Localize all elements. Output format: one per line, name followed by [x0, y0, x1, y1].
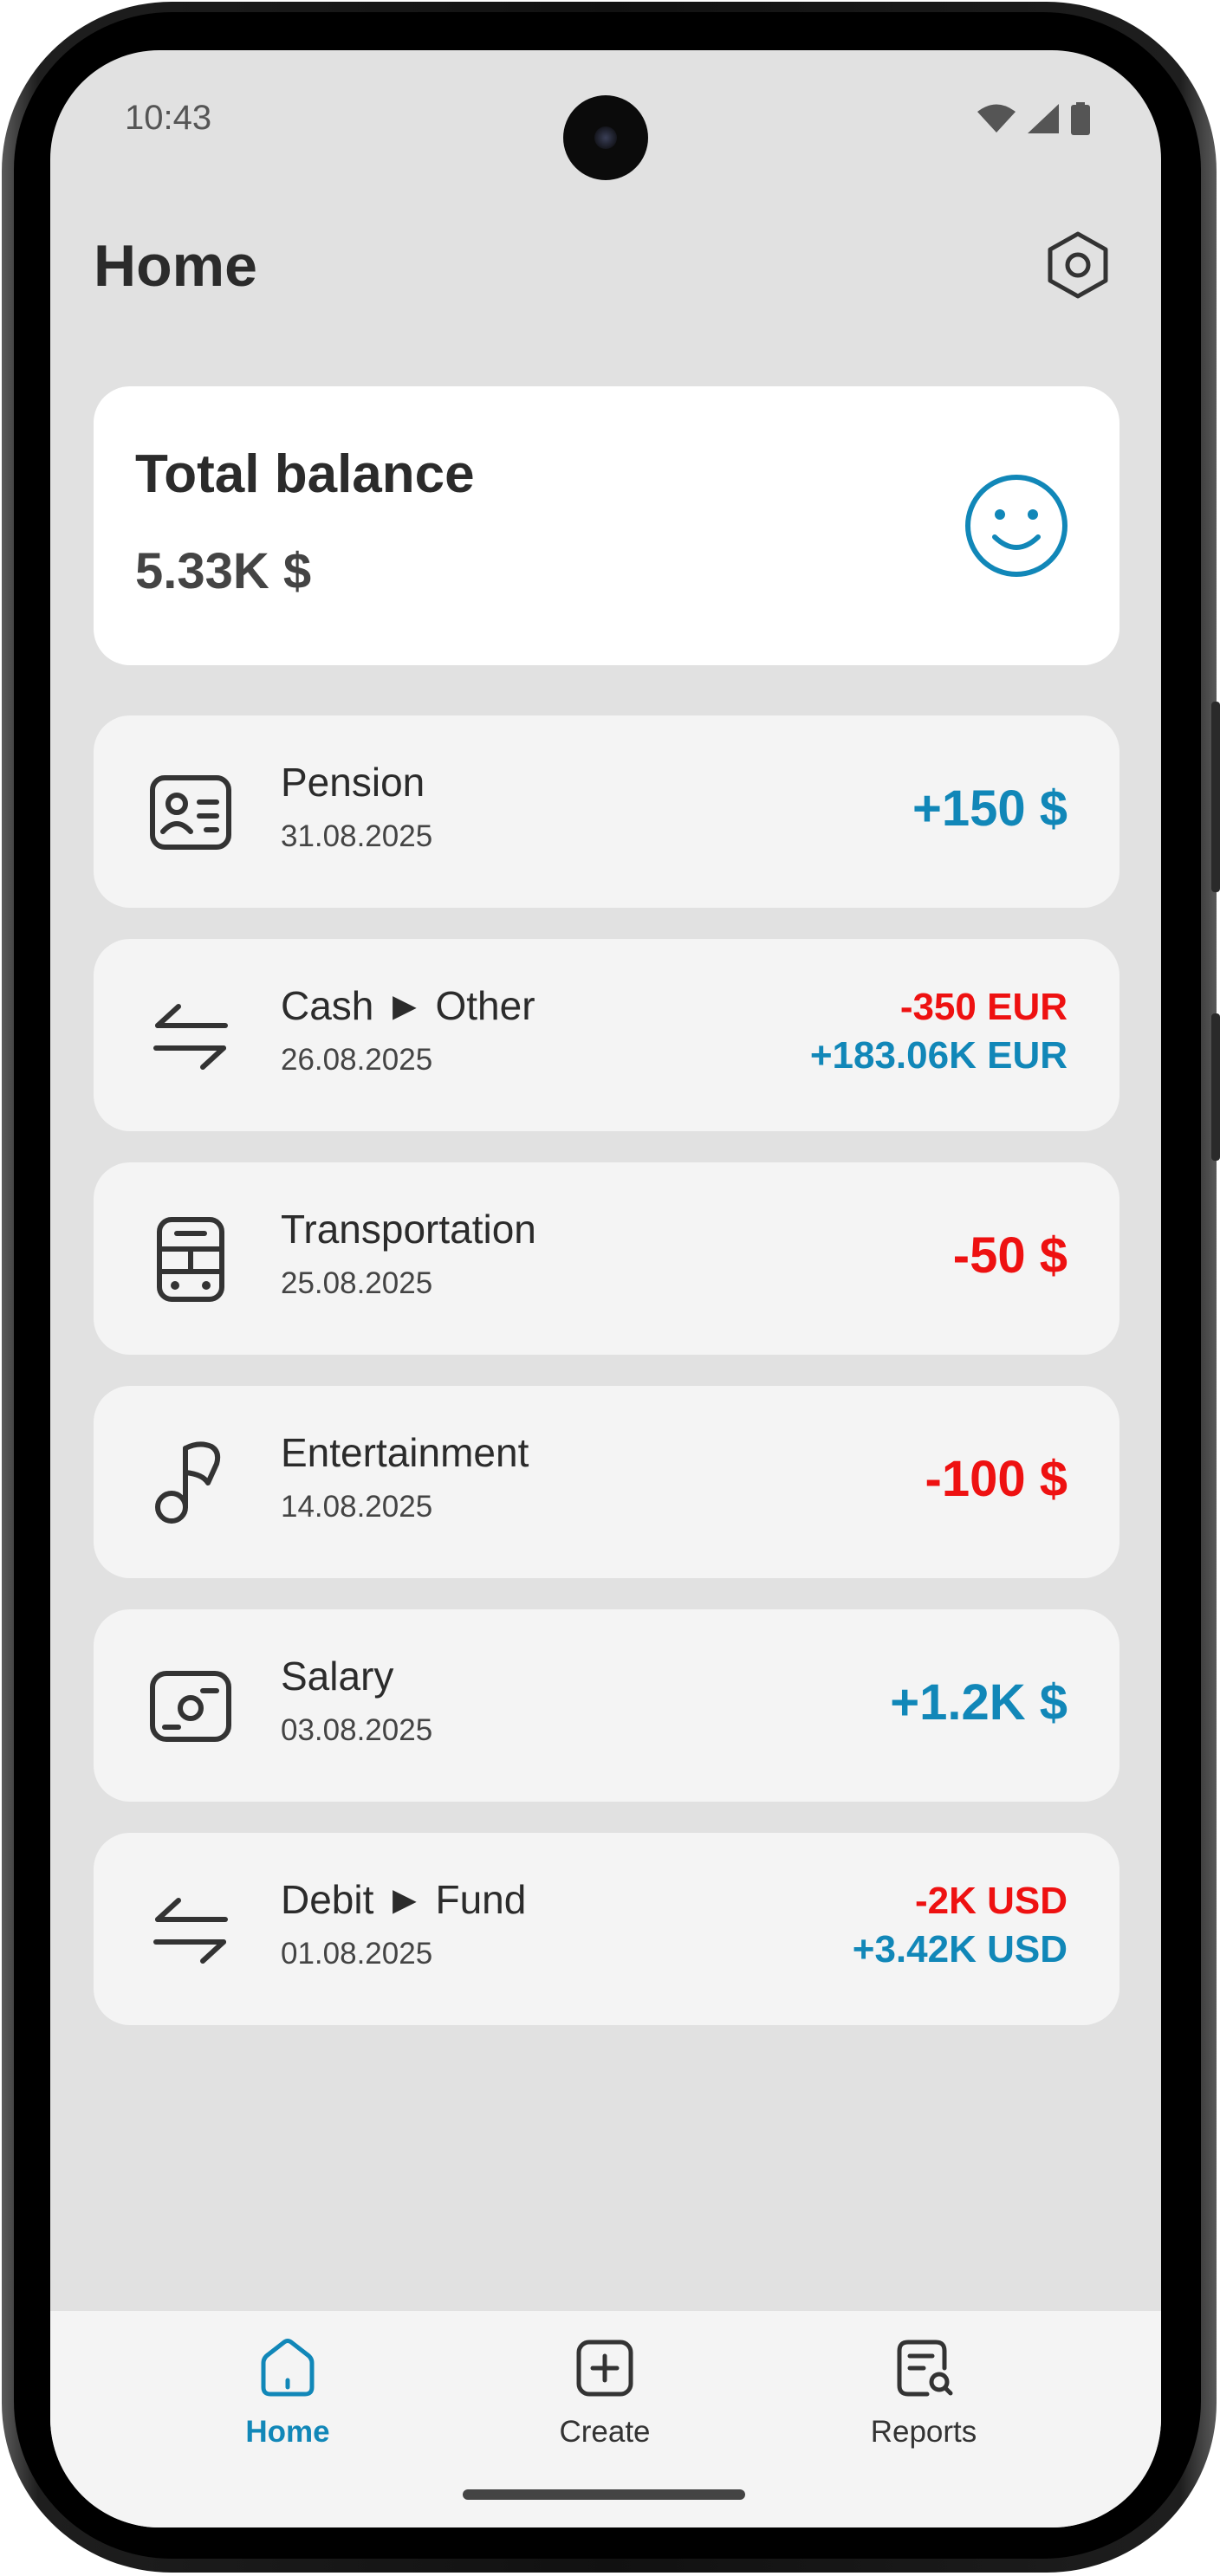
battery-icon	[1071, 102, 1090, 135]
cellular-signal-icon	[1028, 104, 1059, 133]
transaction-title: Debit ► Fund	[281, 1877, 527, 1922]
transaction-title: Transportation	[281, 1207, 536, 1252]
page-title: Home	[94, 233, 257, 299]
transaction-amount-out: -350 EUR	[899, 986, 1068, 1028]
front-camera	[563, 95, 648, 180]
transaction-title: Entertainment	[281, 1430, 529, 1475]
transaction-title: Cash ► Other	[281, 983, 535, 1028]
balance-title: Total balance	[135, 444, 475, 504]
id-card-icon	[150, 775, 231, 850]
transaction-date: 03.08.2025	[281, 1713, 433, 1747]
settings-button[interactable]	[1042, 229, 1114, 301]
volume-button	[1211, 1013, 1220, 1161]
transaction-title: Pension	[281, 760, 425, 805]
smiley-face-icon	[965, 475, 1068, 577]
transfer-arrows-icon	[153, 1004, 228, 1070]
transaction-date: 01.08.2025	[281, 1937, 433, 1971]
transaction-date: 14.08.2025	[281, 1490, 433, 1524]
app-screen: 10:43 Home Total balance 5.33K $ Pension…	[50, 50, 1161, 2527]
transaction-amount: -50 $	[952, 1227, 1068, 1284]
transaction-item[interactable]: Debit ► Fund 01.08.2025 -2K USD +3.42K U…	[94, 1833, 1119, 2025]
report-search-icon	[897, 2340, 953, 2397]
nav-create-label: Create	[559, 2415, 651, 2449]
add-square-icon	[576, 2340, 633, 2397]
status-time: 10:43	[125, 99, 212, 137]
bus-icon	[157, 1217, 224, 1302]
nav-home-label: Home	[245, 2415, 330, 2449]
nav-reports-label: Reports	[870, 2415, 977, 2449]
transfer-arrows-icon	[153, 1898, 228, 1964]
transaction-item[interactable]: Pension 31.08.2025 +150 $	[94, 715, 1119, 908]
status-icons	[977, 102, 1090, 135]
transaction-amount-out: -2K USD	[914, 1880, 1068, 1922]
transaction-item[interactable]: Entertainment 14.08.2025 -100 $	[94, 1386, 1119, 1578]
transaction-date: 31.08.2025	[281, 819, 433, 853]
transaction-item[interactable]: Transportation 25.08.2025 -50 $	[94, 1162, 1119, 1355]
balance-value: 5.33K $	[135, 543, 312, 599]
nav-create[interactable]: Create	[501, 2337, 709, 2450]
transaction-date: 25.08.2025	[281, 1266, 433, 1300]
transaction-amount: +150 $	[912, 780, 1068, 837]
nav-reports[interactable]: Reports	[820, 2337, 1028, 2450]
nav-home[interactable]: Home	[184, 2337, 392, 2450]
transaction-amount: +1.2K $	[890, 1674, 1068, 1731]
transaction-amount-in: +183.06K EUR	[809, 1034, 1068, 1077]
transaction-amount: -100 $	[925, 1451, 1068, 1507]
transaction-item[interactable]: Salary 03.08.2025 +1.2K $	[94, 1609, 1119, 1802]
wallet-icon	[150, 1671, 231, 1742]
transaction-item[interactable]: Cash ► Other 26.08.2025 -350 EUR +183.06…	[94, 939, 1119, 1131]
transaction-amount-in: +3.42K USD	[852, 1928, 1068, 1971]
transaction-title: Salary	[281, 1654, 394, 1699]
total-balance-card[interactable]: Total balance 5.33K $	[94, 386, 1119, 665]
wifi-icon	[977, 104, 1016, 133]
power-button	[1211, 702, 1220, 892]
settings-hexagon-icon	[1048, 231, 1108, 299]
home-indicator[interactable]	[463, 2489, 745, 2500]
transaction-date: 26.08.2025	[281, 1043, 433, 1077]
music-note-icon	[155, 1441, 221, 1524]
home-icon	[261, 2339, 315, 2397]
